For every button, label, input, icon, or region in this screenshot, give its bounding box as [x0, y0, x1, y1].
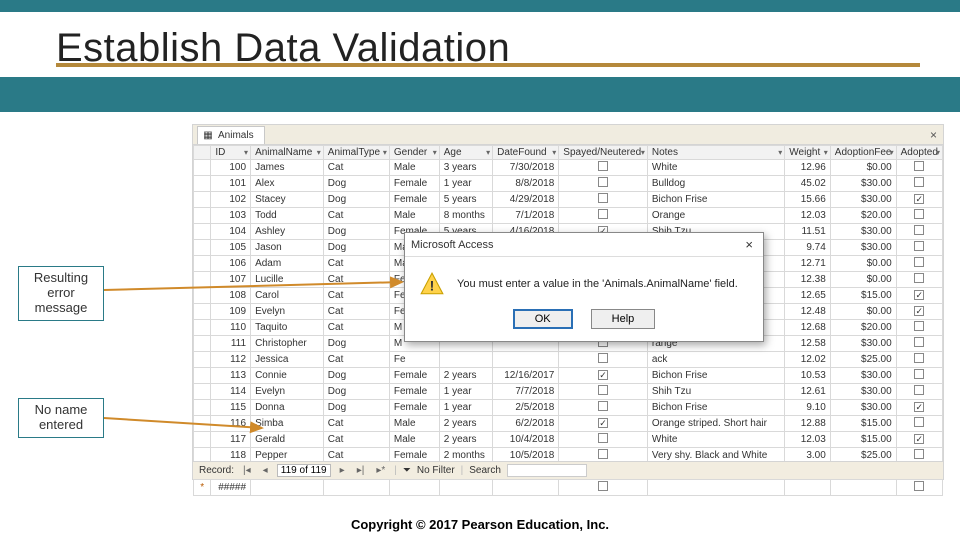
record-navigator: Record: |◂ ◂ ▸ ▸| ▸* | ⏷ No Filter | Sea… — [193, 461, 943, 479]
title-underline — [56, 63, 920, 67]
arrow-to-dialog — [104, 280, 414, 300]
nav-prev[interactable]: ◂ — [260, 465, 271, 476]
dialog-titlebar: Microsoft Access × — [405, 233, 763, 257]
table-row[interactable]: 116SimbaCatMale2 years6/2/2018Orange str… — [194, 416, 943, 432]
nav-first[interactable]: |◂ — [240, 465, 254, 476]
table-row[interactable]: 117GeraldCatMale2 years10/4/2018White12.… — [194, 432, 943, 448]
table-row[interactable]: 102StaceyDogFemale5 years4/29/2018Bichon… — [194, 192, 943, 208]
col-gender[interactable]: Gender▾ — [389, 146, 439, 160]
table-row[interactable]: 115DonnaDogFemale1 year2/5/2018Bichon Fr… — [194, 400, 943, 416]
slide-header: Establish Data Validation — [0, 0, 960, 112]
col-id[interactable]: ID▾ — [211, 146, 251, 160]
nav-last[interactable]: ▸| — [354, 465, 368, 476]
col-type[interactable]: AnimalType▾ — [323, 146, 389, 160]
error-dialog: Microsoft Access × ! You must enter a va… — [404, 232, 764, 342]
record-position[interactable] — [277, 464, 331, 477]
warning-icon: ! — [419, 271, 445, 297]
col-age[interactable]: Age▾ — [439, 146, 492, 160]
col-adopt[interactable]: Adopted▾ — [896, 146, 942, 160]
new-row[interactable]: *##### — [194, 480, 943, 496]
dialog-buttons: OK Help — [405, 303, 763, 341]
filter-label: No Filter — [417, 465, 455, 476]
table-row[interactable]: 103ToddCatMale8 months7/1/2018Orange12.0… — [194, 208, 943, 224]
filter-icon[interactable]: ⏷ — [403, 465, 411, 476]
col-spay[interactable]: Spayed/Neutered▾ — [559, 146, 648, 160]
table-icon: ▦ — [202, 130, 214, 141]
col-notes[interactable]: Notes▾ — [647, 146, 784, 160]
record-label: Record: — [199, 465, 234, 476]
nav-new[interactable]: ▸* — [373, 465, 388, 476]
col-fee[interactable]: AdoptionFee▾ — [830, 146, 896, 160]
dialog-close-button[interactable]: × — [741, 237, 757, 252]
col-name[interactable]: AnimalName▾ — [251, 146, 324, 160]
help-button[interactable]: Help — [591, 309, 656, 329]
col-date[interactable]: DateFound▾ — [493, 146, 559, 160]
dialog-message: You must enter a value in the 'Animals.A… — [457, 278, 738, 290]
table-row[interactable]: 101AlexDogFemale1 year8/8/2018Bulldog45.… — [194, 176, 943, 192]
title-container: Establish Data Validation — [0, 12, 960, 77]
svg-text:!: ! — [430, 278, 435, 294]
table-row[interactable]: 112JessicaCatFeack12.02$25.00 — [194, 352, 943, 368]
nav-next[interactable]: ▸ — [337, 465, 348, 476]
copyright-text: Copyright © 2017 Pearson Education, Inc. — [0, 517, 960, 532]
callout-no-name: No name entered — [18, 398, 104, 438]
ok-button[interactable]: OK — [513, 309, 573, 329]
tab-label: Animals — [218, 130, 254, 141]
header-row: ID▾ AnimalName▾ AnimalType▾ Gender▾ Age▾… — [194, 146, 943, 160]
table-row[interactable]: 100JamesCatMale3 years7/30/2018White12.9… — [194, 160, 943, 176]
table-row[interactable]: 113ConnieDogFemale2 years12/16/2017Bicho… — [194, 368, 943, 384]
dialog-title: Microsoft Access — [411, 239, 494, 251]
arrow-to-row — [104, 414, 274, 434]
dialog-body: ! You must enter a value in the 'Animals… — [405, 257, 763, 303]
tab-animals[interactable]: ▦ Animals — [197, 126, 265, 144]
search-label: Search — [469, 465, 501, 476]
col-weight[interactable]: Weight▾ — [785, 146, 830, 160]
callout-error-message: Resulting error message — [18, 266, 104, 321]
search-input[interactable] — [507, 464, 587, 477]
table-row[interactable]: 114EvelynDogFemale1 year7/7/2018Shih Tzu… — [194, 384, 943, 400]
close-icon[interactable]: × — [930, 128, 937, 142]
row-selector-header — [194, 146, 211, 160]
datasheet-tabbar: ▦ Animals × — [193, 125, 943, 145]
